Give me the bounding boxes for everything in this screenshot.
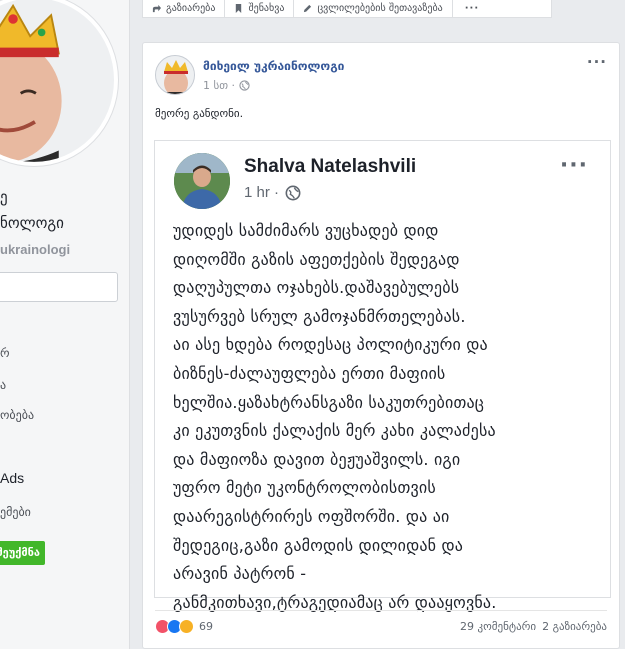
globe-icon — [285, 185, 301, 200]
haha-reaction-icon — [179, 619, 194, 634]
text-line: დაარეგისტრირეს ოფშორში. და აი — [173, 506, 450, 526]
text-line: დაღუპულთა ოჯახებს.დაშავებულებს — [173, 278, 460, 298]
sidebar-search-box[interactable] — [0, 272, 118, 302]
share-label: გაზიარება — [166, 3, 216, 14]
text-line: შედეგიც,გაზი გამოდის დილიდან და — [173, 535, 464, 555]
create-button[interactable]: შეუქმნა — [0, 541, 45, 565]
post-meta: 1 სთ · — [203, 79, 250, 92]
shared-post-text: უდიდეს სამძიმარს ვუცხადებ დიდ დიღომში გა… — [173, 217, 603, 617]
text-line: კი ეკუთვნის ქალაქის მერ კახი კალაძესა — [173, 421, 496, 441]
globe-icon — [239, 80, 250, 91]
shared-author-avatar — [174, 153, 230, 209]
profile-name-line-1: ე — [0, 188, 8, 206]
text-line: ხელშია.ყაზახტრანსგაზი საკუთრებითაც — [173, 392, 485, 412]
save-button[interactable]: შენახვა — [225, 0, 295, 17]
post-author-name[interactable]: მიხეილ უკრაინოლოგი — [203, 59, 344, 73]
sidebar-ads-link[interactable]: Ads — [0, 470, 24, 486]
text-line: უდიდეს სამძიმარს ვუცხადებ დიდ — [173, 221, 439, 240]
post-footer: 69 29 კომენტარი 2 გაზიარება — [155, 610, 607, 640]
save-label: შენახვა — [248, 3, 285, 14]
text-line: ბიზნეს-ძალაუფლება ერთი მაფიის — [173, 363, 446, 383]
post-card: მიხეილ უკრაინოლოგი 1 სთ · ··· მეორე განდ… — [142, 42, 620, 649]
sidebar-item[interactable]: რ — [0, 346, 10, 360]
reactions-summary[interactable]: 69 — [155, 619, 213, 634]
suggest-edits-label: ცვლილებების შეთავაზება — [317, 3, 443, 14]
post-stats: 29 კომენტარი 2 გაზიარება — [460, 620, 607, 633]
sidebar-item[interactable]: ობება — [0, 408, 34, 422]
share-button[interactable]: გაზიარება — [143, 0, 226, 17]
post-action-bar: გაზიარება შენახვა ცვლილებების შეთავაზება… — [142, 0, 552, 18]
shares-count-link[interactable]: 2 გაზიარება — [542, 620, 607, 633]
author-avatar[interactable] — [155, 55, 195, 95]
post-options-icon[interactable]: ··· — [587, 53, 607, 71]
sidebar-item[interactable]: ა — [0, 378, 6, 392]
more-options-button[interactable]: ··· — [453, 0, 491, 17]
post-caption: მეორე განდონი. — [155, 107, 244, 120]
bookmark-icon — [236, 4, 242, 13]
text-line: და მაფიოზა დავით ბეჟუაშვილს. იგი — [173, 449, 461, 469]
reaction-count: 69 — [199, 620, 213, 633]
shared-timestamp: 1 hr · — [244, 184, 280, 201]
post-timestamp[interactable]: 1 სთ · — [203, 79, 235, 92]
shared-post-meta: 1 hr · — [244, 184, 301, 201]
text-line: ვუსურვებ სრულ გამოჯანმრთელებას. — [173, 306, 466, 326]
text-line: უფრო მეტი უკონტროლობისთვის — [173, 478, 436, 498]
shared-author-name: Shalva Natelashvili — [244, 156, 417, 177]
text-line: დიღომში გაზის აფეთქების შედეგად — [173, 249, 460, 269]
profile-name-line-2: ნოლოგი — [0, 214, 64, 232]
comments-count-link[interactable]: 29 კომენტარი — [460, 620, 536, 633]
profile-sidebar: ე ნოლოგი ukrainologi რ ა ობება Ads ემები… — [0, 0, 130, 649]
suggest-edits-button[interactable]: ცვლილებების შეთავაზება — [294, 0, 453, 17]
profile-handle: ukrainologi — [0, 242, 71, 257]
pencil-icon — [304, 4, 312, 13]
shared-post-image[interactable]: Shalva Natelashvili 1 hr · ··· უდიდეს სა… — [154, 140, 611, 612]
profile-picture[interactable] — [0, 0, 118, 166]
sidebar-item[interactable]: ემები — [0, 505, 31, 519]
text-line: აი ასე ხდება როდესაც პოლიტიკური და — [173, 335, 488, 355]
shared-options-icon: ··· — [559, 153, 588, 178]
share-icon — [152, 4, 161, 13]
text-line: არავინ პატრონ - — [173, 564, 307, 584]
